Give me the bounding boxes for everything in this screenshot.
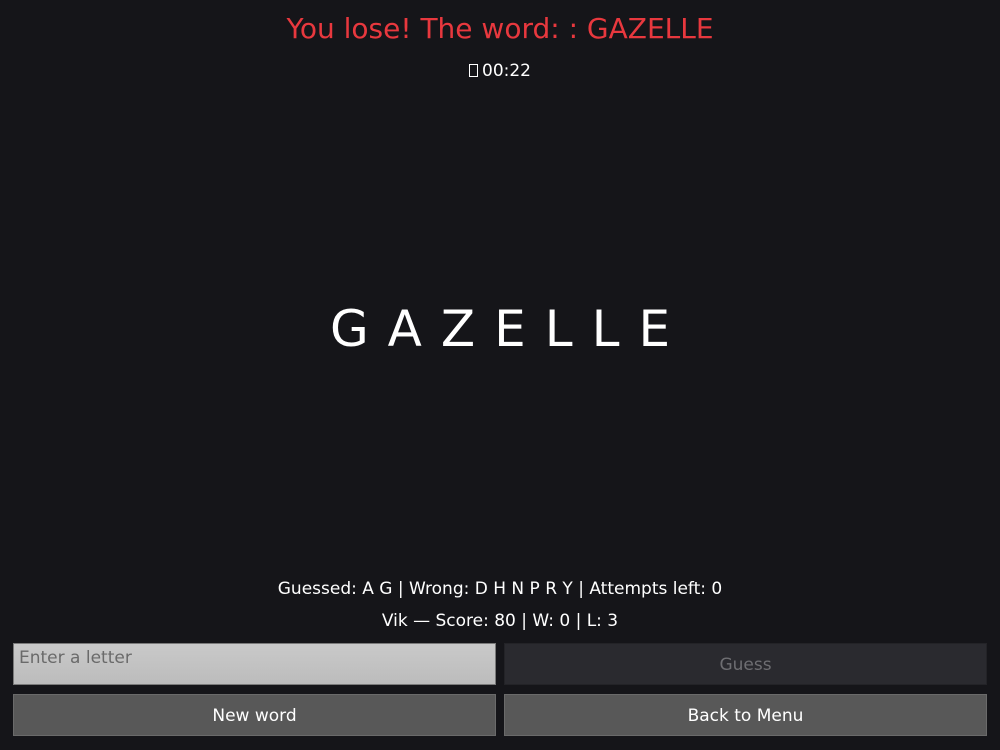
clock-icon [469,64,478,77]
timer-value: 00:22 [482,61,531,81]
game-result-message: You lose! The word: : GAZELLE [286,12,714,45]
timer: 00:22 [0,61,1000,81]
hangman-game-screen: You lose! The word: : GAZELLE 00:22 GAZE… [0,0,1000,750]
letter-input[interactable] [13,643,496,685]
guess-button[interactable]: Guess [504,643,987,685]
guess-progress-line: Guessed: A G | Wrong: D H N P R Y | Atte… [277,579,723,599]
back-to-menu-button[interactable]: Back to Menu [504,694,987,736]
revealed-word: GAZELLE [329,300,690,358]
player-score-line: Vik — Score: 80 | W: 0 | L: 3 [381,611,619,631]
new-word-button[interactable]: New word [13,694,496,736]
